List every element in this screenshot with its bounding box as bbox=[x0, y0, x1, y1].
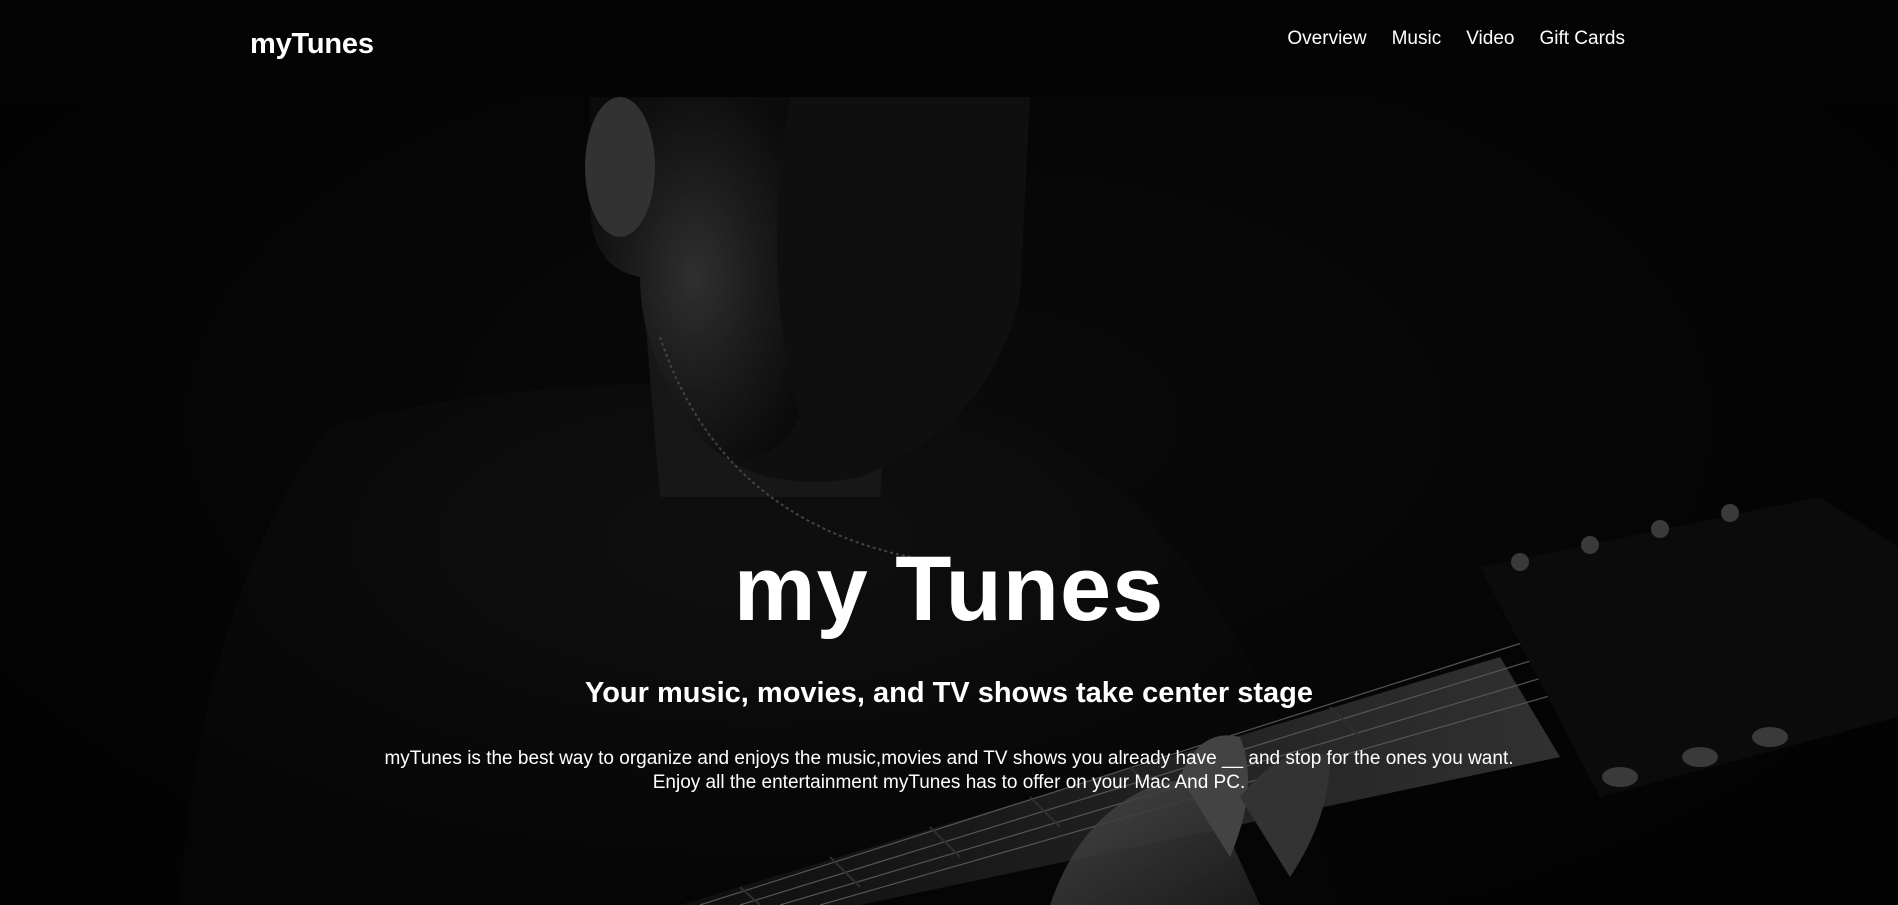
nav-link-overview[interactable]: Overview bbox=[1287, 28, 1366, 50]
hero-description-line1: myTunes is the best way to organize and … bbox=[384, 748, 1514, 769]
navbar: myTunes Overview Music Video Gift Cards bbox=[0, 0, 1898, 97]
nav-links: Overview Music Video Gift Cards bbox=[1287, 28, 1625, 50]
nav-link-video[interactable]: Video bbox=[1466, 28, 1514, 50]
hero-section: my Tunes Your music, movies, and TV show… bbox=[0, 97, 1898, 905]
brand-logo[interactable]: myTunes bbox=[250, 28, 374, 61]
hero-title: my Tunes bbox=[733, 538, 1165, 640]
nav-link-music[interactable]: Music bbox=[1392, 28, 1442, 50]
hero-description: myTunes is the best way to organize and … bbox=[0, 747, 1898, 795]
hero-description-line2: Enjoy all the entertainment myTunes has … bbox=[652, 772, 1246, 793]
nav-link-gift-cards[interactable]: Gift Cards bbox=[1539, 28, 1625, 50]
hero-subtitle: Your music, movies, and TV shows take ce… bbox=[585, 677, 1313, 709]
